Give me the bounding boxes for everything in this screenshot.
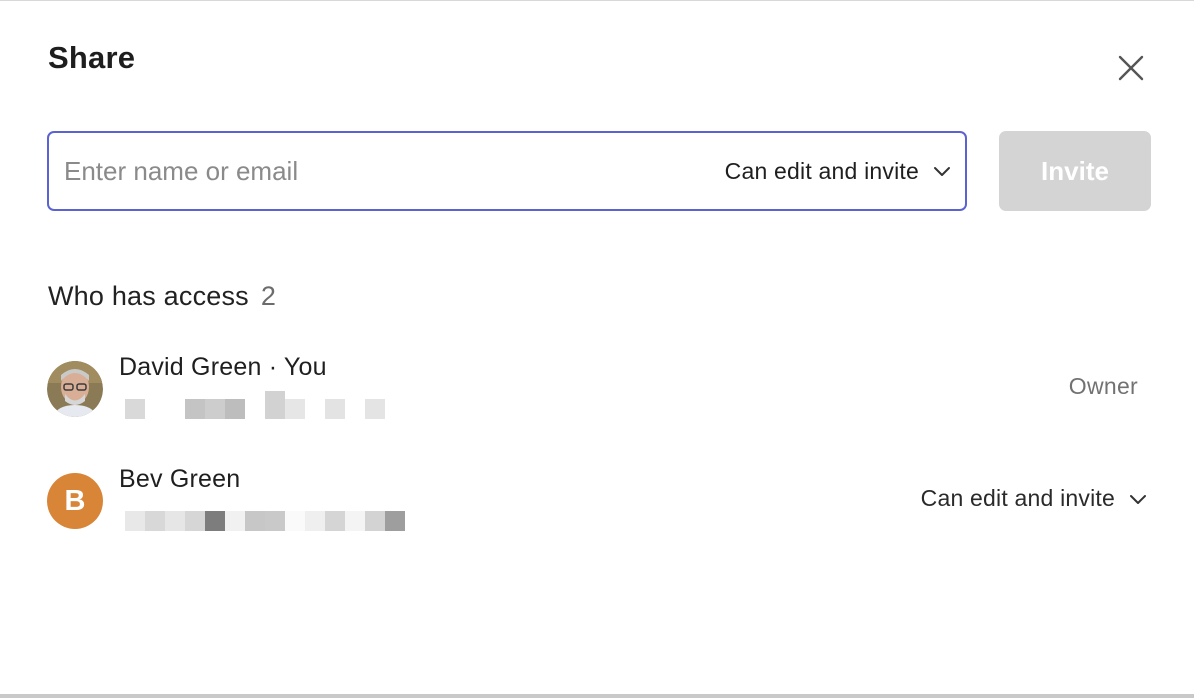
chevron-down-icon [934,167,950,176]
owner-role-label: Owner [1068,373,1138,399]
close-button[interactable] [1112,49,1150,87]
access-count: 2 [260,281,277,311]
dialog-title: Share [48,40,136,75]
member-name: Bev Green [119,465,241,493]
access-heading-label: Who has access [48,281,249,311]
member-row-bev-green: B Bev Green Can edit and invite [47,465,1147,543]
permission-dropdown[interactable]: Can edit and invite [725,133,951,209]
share-dialog: Share Can edit and invite Invite Who has… [0,0,1194,698]
member-name: David Green · You [119,353,327,381]
invite-button[interactable]: Invite [999,131,1151,211]
name-email-input[interactable] [64,151,664,191]
redacted-email [125,511,405,531]
avatar-photo [47,361,103,417]
permission-dropdown-label: Can edit and invite [724,157,919,184]
who-has-access-heading: Who has access 2 [48,281,276,312]
close-icon [1118,55,1144,81]
avatar [47,361,103,417]
member-permission-label: Can edit and invite [920,485,1115,511]
invite-input-box: Can edit and invite [47,131,967,211]
member-row-david-green: David Green · You Owner [47,353,1147,431]
invite-row: Can edit and invite Invite [47,131,1151,211]
member-permission-dropdown[interactable]: Can edit and invite [921,485,1147,512]
avatar: B [47,473,103,529]
chevron-down-icon [1130,494,1146,504]
redacted-email [125,391,385,419]
